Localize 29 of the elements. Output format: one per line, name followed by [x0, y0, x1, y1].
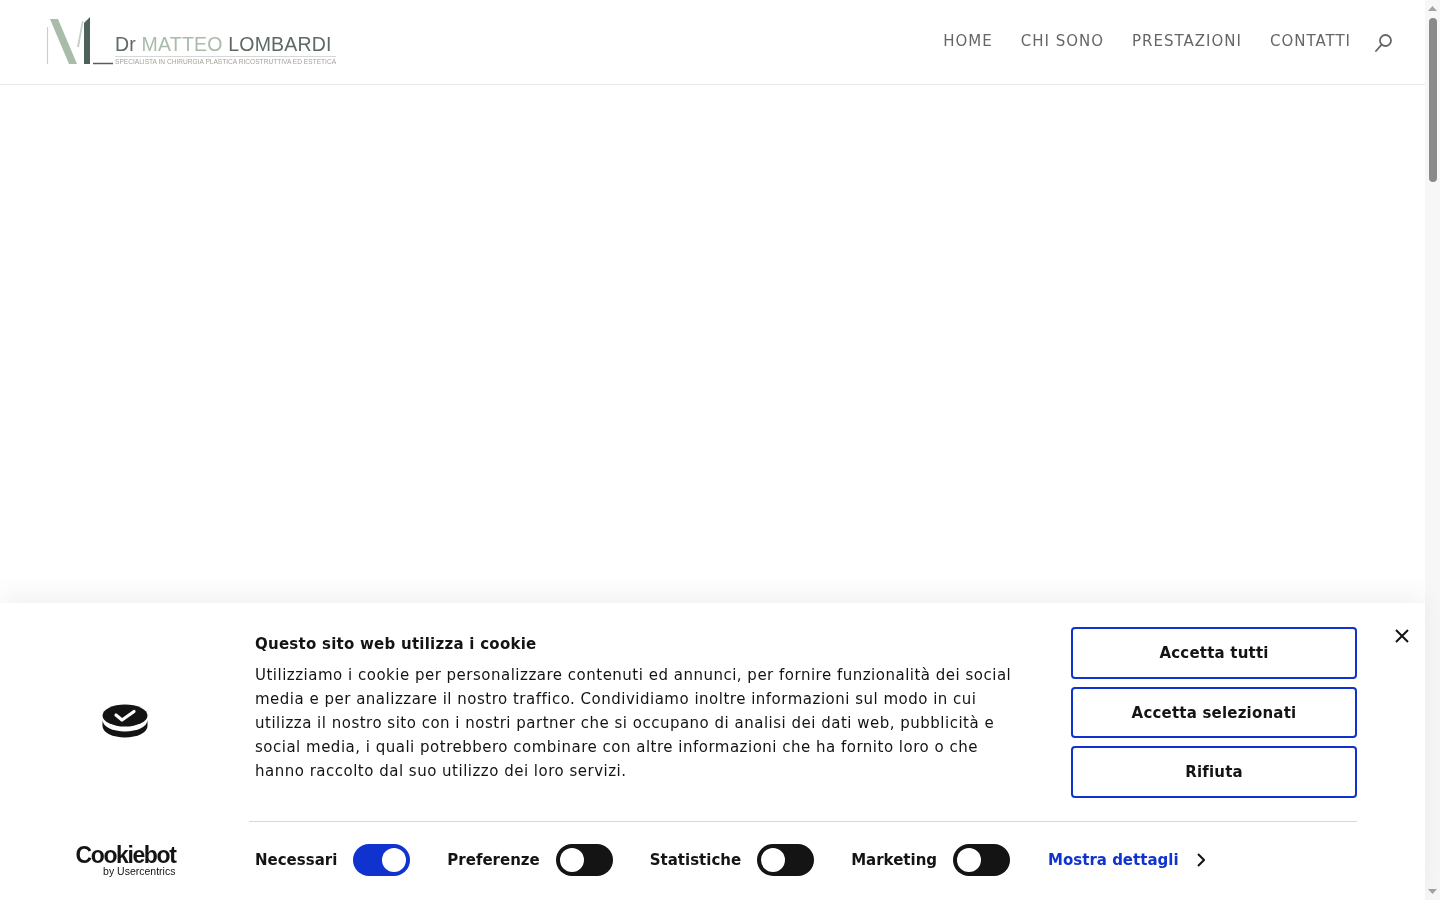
- scrollbar[interactable]: [1425, 0, 1440, 900]
- category-label: Preferenze: [447, 851, 540, 869]
- toggle-switch[interactable]: [757, 844, 815, 876]
- check-stack-icon: [101, 704, 148, 738]
- category-label: Statistiche: [649, 851, 742, 869]
- close-icon: [1395, 629, 1409, 643]
- consent-button[interactable]: Accetta selezionati: [1071, 686, 1357, 739]
- chevron-icon: [1196, 853, 1205, 867]
- banner-text: Utilizziamo i cookie per personalizzare contenuti ed annunci, per fornire funzionalità dei social media e per analizzare il nostro traffico. Condividiamo inoltre informazioni sul modo in cui utilizza il nostro sito con i nostri partner che si occupano di analisi dei dati web, pubblicità e social media, i quali potrebbero combinare con altre informazioni che ha fornito loro o che hanno raccolto dal suo utilizzo dei loro servizi.: [255, 665, 1013, 782]
- nav-link[interactable]: CONTATTI: [1269, 32, 1351, 50]
- brand-name: Cookiebot: [75, 844, 176, 865]
- toggle-switch[interactable]: [555, 844, 613, 876]
- consent-button[interactable]: Accetta tutti: [1071, 627, 1357, 679]
- nav-link[interactable]: CHI SONO: [1020, 32, 1104, 50]
- banner-title: Questo sito web utilizza i cookie: [255, 634, 538, 655]
- nav-link[interactable]: HOME: [943, 32, 993, 50]
- search-icon[interactable]: [1375, 33, 1392, 52]
- consent-button[interactable]: Rifiuta: [1071, 746, 1357, 798]
- toggle-switch[interactable]: [353, 844, 411, 876]
- toggle-switch[interactable]: [953, 844, 1011, 876]
- nav-link[interactable]: PRESTAZIONI: [1132, 32, 1242, 50]
- category-label: Marketing: [851, 851, 938, 869]
- close-button[interactable]: [1395, 629, 1409, 643]
- category-label: Necessari: [255, 851, 338, 869]
- monogram-logo: [46, 17, 114, 67]
- brand-byline: by Usercentrics: [103, 864, 176, 877]
- logo-name: Dr MATTEO LOMBARDI: [115, 33, 337, 57]
- scrollbar-thumb[interactable]: [1428, 18, 1437, 182]
- details-link[interactable]: Mostra dettagli: [1048, 851, 1205, 869]
